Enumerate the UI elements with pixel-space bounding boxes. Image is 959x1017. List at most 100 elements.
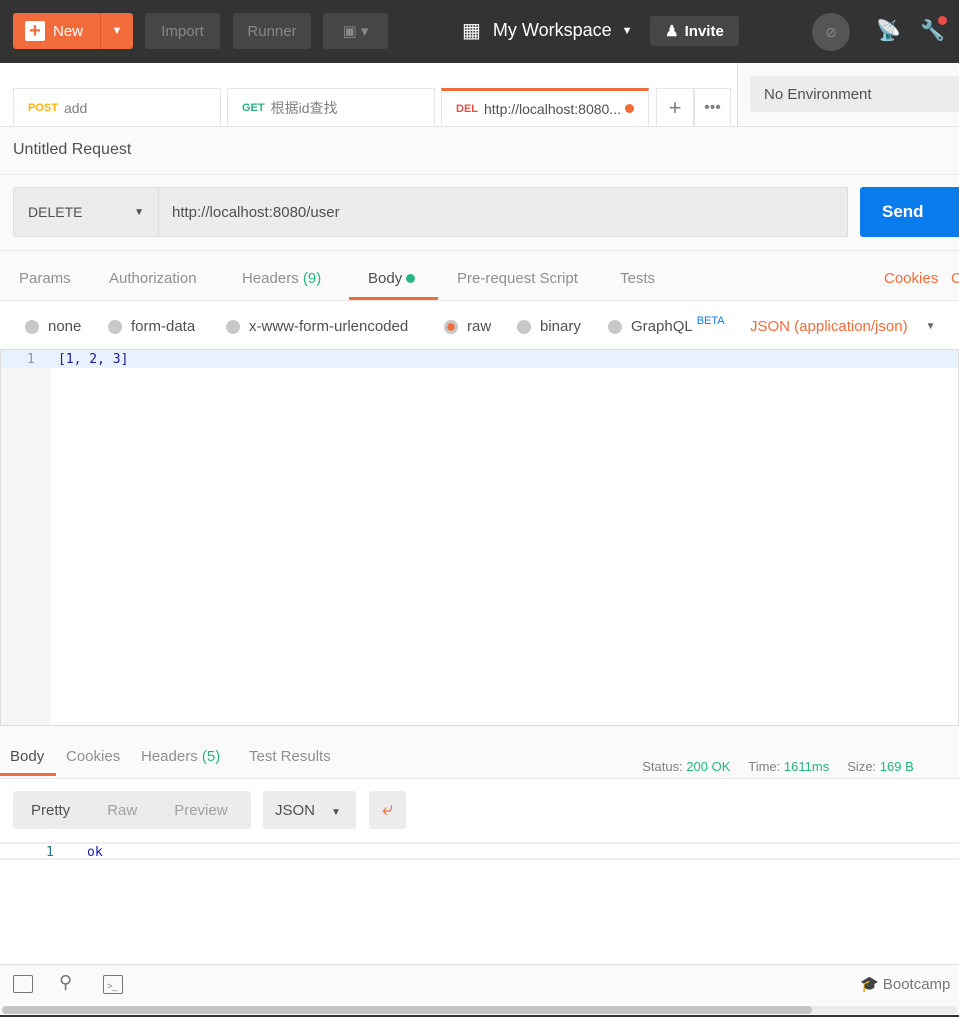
status-value: 200 OK (686, 759, 731, 774)
search-icon[interactable]: ⚲ (59, 972, 72, 993)
radio-icon (226, 319, 240, 334)
workspace-switcher[interactable]: ▦ My Workspace ▼ (462, 18, 633, 43)
radio-raw[interactable]: raw (444, 318, 491, 335)
content-type-select[interactable]: JSON (application/json) ▼ (750, 318, 935, 335)
radio-urlencoded[interactable]: x-www-form-urlencoded (226, 318, 408, 335)
url-input[interactable]: http://localhost:8080/user (158, 187, 848, 237)
radio-none[interactable]: none (25, 318, 81, 335)
method-label: DEL (456, 102, 478, 115)
code-link[interactable]: C (951, 270, 959, 287)
console-icon[interactable]: >_ (103, 975, 123, 994)
tab-body[interactable]: Body (368, 270, 416, 287)
send-label: Send (882, 202, 924, 221)
radio-selected-icon (444, 319, 458, 334)
radio-label: raw (467, 318, 492, 335)
radio-label: binary (540, 318, 581, 335)
send-button[interactable]: Send (860, 187, 959, 237)
tab-label: Headers (242, 270, 299, 287)
tab-headers[interactable]: Headers (9) (242, 270, 321, 287)
code-line: ok (87, 845, 103, 860)
tab-post-add[interactable]: POST add (13, 88, 221, 126)
grid-icon: ▦ (462, 20, 481, 42)
bootcamp-label: Bootcamp (882, 976, 951, 993)
radio-icon (517, 319, 531, 334)
new-button[interactable]: + New ▼ (13, 13, 133, 49)
response-body-viewer[interactable]: 1 ok (0, 842, 959, 860)
response-tab-tests[interactable]: Test Results (249, 748, 331, 765)
method-select[interactable]: DELETE ▼ (13, 187, 159, 237)
notification-dot (937, 16, 947, 25)
tab-label: 根据id查找 (270, 99, 338, 116)
sync-icon[interactable]: ⊘ (812, 13, 850, 51)
tab-label: Body (368, 270, 403, 287)
chevron-down-icon: ▼ (134, 207, 144, 218)
tab-prerequest-script[interactable]: Pre-request Script (457, 270, 578, 287)
environment-select[interactable]: No Environment (750, 76, 959, 112)
time-value: 1611ms (783, 759, 830, 774)
bootcamp-button[interactable]: 🎓 Bootcamp (860, 975, 950, 993)
time-label: Time: (748, 759, 781, 774)
runner-button[interactable]: Runner (233, 13, 311, 49)
response-tab-body[interactable]: Body (10, 748, 44, 765)
line-number: 1 (27, 352, 35, 367)
line-number: 1 (46, 845, 54, 860)
more-tabs-button[interactable]: ••• (694, 88, 731, 126)
preview-button[interactable]: Preview (174, 802, 227, 819)
tab-params[interactable]: Params (19, 270, 71, 287)
tab-label: Headers (141, 748, 198, 765)
sidebar-toggle-icon[interactable] (13, 975, 33, 993)
new-tab-button[interactable]: + (656, 88, 694, 126)
top-bar: + New ▼ Import Runner ▣ ▾ ▦ My Workspace… (0, 0, 959, 63)
request-title[interactable]: Untitled Request (13, 141, 131, 159)
raw-button[interactable]: Raw (107, 802, 137, 819)
beta-badge: BETA (696, 314, 725, 327)
satellite-icon[interactable]: 📡 (876, 18, 901, 43)
tab-tests[interactable]: Tests (620, 270, 655, 287)
tab-label: add (63, 99, 88, 116)
code-line: [1, 2, 3] (58, 352, 129, 367)
cookies-link[interactable]: Cookies (884, 270, 938, 287)
pretty-button[interactable]: Pretty (31, 802, 70, 819)
method-label: POST (28, 101, 58, 114)
size-value: 169 B (879, 759, 914, 774)
invite-button[interactable]: ♟ Invite (650, 16, 739, 46)
view-mode-group: Pretty Raw Preview (13, 791, 251, 829)
workspace-name: My Workspace (492, 20, 612, 40)
radio-graphql[interactable]: GraphQL BETA (608, 314, 725, 335)
tab-label: http://localhost:8080... (484, 100, 621, 117)
new-window-button[interactable]: ▣ ▾ (323, 13, 388, 49)
headers-count: (9) (302, 270, 322, 287)
tab-delete-active[interactable]: DEL http://localhost:8080... (441, 88, 649, 126)
wrap-lines-button[interactable]: ⤶ (369, 791, 406, 829)
method-value: DELETE (28, 204, 83, 220)
radio-label: x-www-form-urlencoded (249, 318, 409, 335)
radio-icon (108, 319, 122, 334)
response-tab-cookies[interactable]: Cookies (66, 748, 120, 765)
import-button[interactable]: Import (145, 13, 220, 49)
radio-icon (608, 319, 622, 334)
radio-form-data[interactable]: form-data (108, 318, 195, 335)
wrench-icon[interactable]: 🔧 (920, 16, 947, 43)
plus-icon: + (25, 20, 45, 42)
tab-authorization[interactable]: Authorization (109, 270, 197, 287)
chevron-down-icon: ▼ (331, 807, 341, 818)
response-tab-headers[interactable]: Headers (5) (141, 748, 220, 765)
unsaved-dot (624, 104, 634, 113)
graduation-cap-icon: 🎓 (860, 976, 879, 993)
horizontal-scrollbar[interactable] (2, 1006, 957, 1014)
size-label: Size: (847, 759, 877, 774)
invite-label: Invite (684, 22, 724, 40)
new-window-icon: ▣ ▾ (342, 23, 369, 40)
add-user-icon: ♟ (665, 23, 679, 40)
radio-binary[interactable]: binary (517, 318, 581, 335)
format-select[interactable]: JSON ▼ (263, 791, 356, 829)
scrollbar-thumb[interactable] (2, 1006, 812, 1014)
request-body-editor[interactable]: 1 [1, 2, 3] (0, 349, 959, 726)
radio-icon (25, 319, 39, 334)
chevron-down-icon: ▼ (925, 321, 936, 332)
method-label: GET (242, 101, 265, 114)
format-value: JSON (275, 802, 316, 819)
chevron-down-icon[interactable]: ▼ (100, 13, 133, 49)
tab-get-find[interactable]: GET 根据id查找 (227, 88, 435, 126)
content-type-value: JSON (application/json) (750, 318, 908, 335)
